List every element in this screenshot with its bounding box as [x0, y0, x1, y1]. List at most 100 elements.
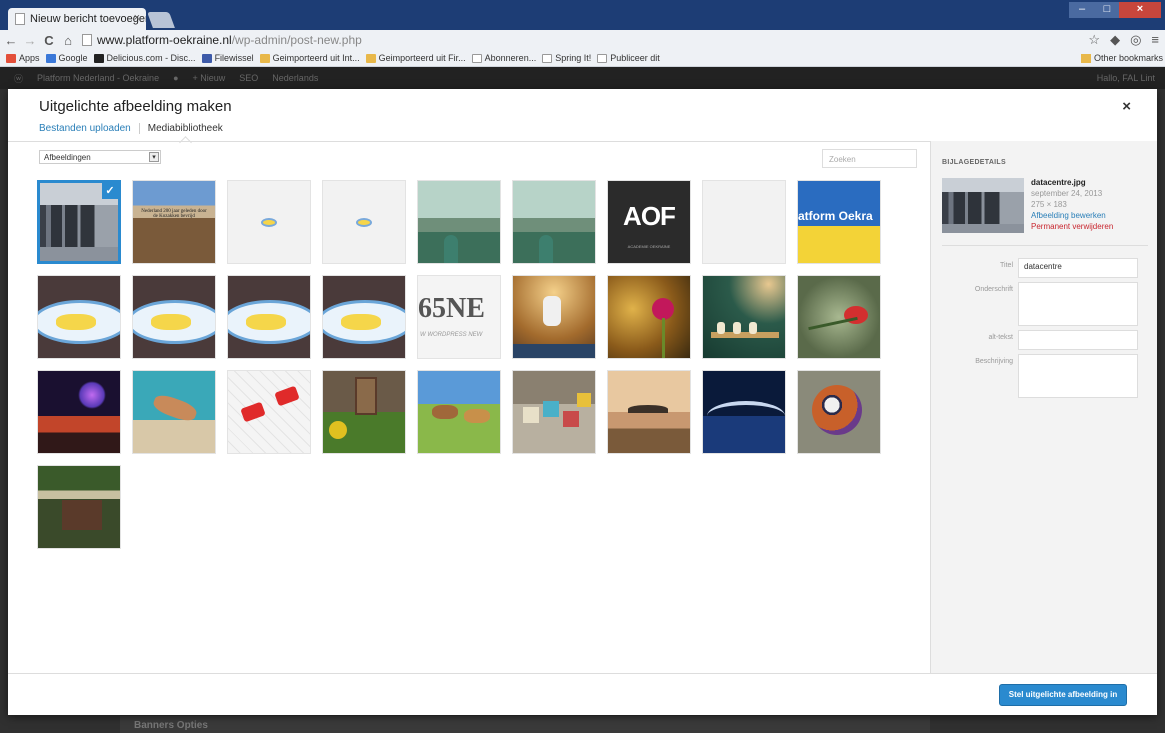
- background-metabox: Banners Opties: [120, 716, 930, 733]
- admin-bar-new[interactable]: + Nieuw: [193, 73, 226, 83]
- admin-bar-seo[interactable]: SEO: [239, 73, 258, 83]
- trident-icon: [246, 314, 286, 330]
- wp-admin-bar: ⓦ Platform Nederland - Oekraine ● + Nieu…: [0, 67, 1165, 89]
- attachment-thumbnail[interactable]: [607, 275, 691, 359]
- flower: [652, 298, 674, 320]
- star-icon[interactable]: ☆: [1088, 32, 1100, 48]
- media-search-input[interactable]: Zoeken: [822, 149, 917, 168]
- emblem-icon: [356, 218, 372, 227]
- bookmark-item[interactable]: Delicious.com - Disc...: [93, 53, 196, 63]
- extension-icon[interactable]: ◎: [1130, 32, 1141, 48]
- emblem-icon: [261, 218, 277, 227]
- wordpress-icon[interactable]: ⓦ: [14, 72, 23, 85]
- bookmark-item[interactable]: Publiceer dit: [597, 53, 660, 63]
- tab-upload-files[interactable]: Bestanden uploaden: [39, 123, 140, 134]
- bookmark-item[interactable]: Apps: [6, 53, 40, 63]
- thumbnail-banner-text: atform Oekra: [798, 209, 873, 223]
- attachment-thumbnail[interactable]: [512, 275, 596, 359]
- tab-close-icon[interactable]: ×: [134, 12, 140, 24]
- other-bookmarks[interactable]: Other bookmarks: [1080, 53, 1163, 63]
- attachment-thumbnail[interactable]: [417, 370, 501, 454]
- caption-textarea[interactable]: [1018, 282, 1138, 326]
- attachment-thumbnail[interactable]: [797, 275, 881, 359]
- stem: [808, 316, 858, 331]
- attachment-thumbnail[interactable]: AOF ACADEMIE OEKRAÏNE: [607, 180, 691, 264]
- toolbar-extensions: ☆ ◆ ◎ ≡: [1088, 32, 1159, 48]
- back-icon[interactable]: ←: [3, 33, 19, 48]
- new-tab-button[interactable]: [147, 12, 175, 28]
- browser-tab[interactable]: Nieuw bericht toevoegen ×: [8, 8, 146, 30]
- reload-icon[interactable]: C: [41, 33, 57, 48]
- minimize-icon[interactable]: –: [1069, 2, 1095, 18]
- animal: [151, 392, 199, 424]
- attachment-thumbnail[interactable]: [607, 370, 691, 454]
- attachment-thumbnail[interactable]: [512, 180, 596, 264]
- attachment-thumbnail[interactable]: [417, 180, 501, 264]
- extension-icon[interactable]: ◆: [1110, 32, 1120, 48]
- menu-icon[interactable]: ≡: [1151, 32, 1159, 48]
- stem: [662, 318, 665, 358]
- bookmark-item[interactable]: Abonneren...: [471, 53, 536, 63]
- bookmark-item[interactable]: Geimporteerd uit Int...: [259, 53, 360, 63]
- attachment-thumbnail[interactable]: [702, 275, 786, 359]
- attachment-thumbnail[interactable]: [322, 275, 406, 359]
- attachment-thumbnail[interactable]: [227, 275, 311, 359]
- attachment-thumbnail[interactable]: [37, 370, 121, 454]
- tab-media-library[interactable]: Mediabibliotheek: [140, 123, 223, 134]
- bookmark-item[interactable]: Google: [45, 53, 88, 63]
- attachment-thumbnail[interactable]: [702, 370, 786, 454]
- attachment-thumbnail[interactable]: [37, 275, 121, 359]
- delete-permanently-link[interactable]: Permanent verwijderen: [1031, 221, 1151, 232]
- attachment-thumbnail[interactable]: [322, 180, 406, 264]
- admin-bar-site[interactable]: Platform Nederland - Oekraine: [37, 73, 159, 83]
- trident-icon: [56, 314, 96, 330]
- attachment-thumbnail[interactable]: 65NE W WORDPRESS NEW: [417, 275, 501, 359]
- checkmark-icon[interactable]: ✓: [102, 183, 118, 199]
- comment-icon[interactable]: ●: [173, 73, 178, 83]
- alt-text-input[interactable]: [1018, 330, 1138, 350]
- attachment-thumbnail[interactable]: [132, 275, 216, 359]
- set-featured-image-button[interactable]: Stel uitgelichte afbeelding in: [999, 684, 1127, 706]
- attachment-thumbnail[interactable]: [702, 180, 786, 264]
- admin-bar-language[interactable]: Nederlands: [272, 73, 318, 83]
- description-textarea[interactable]: [1018, 354, 1138, 398]
- ceiling: [942, 178, 1024, 192]
- edit-image-link[interactable]: Afbeelding bewerken: [1031, 210, 1151, 221]
- attachment-thumbnail[interactable]: Nederland 200 jaar geleden door de Kozak…: [132, 180, 216, 264]
- google-icon: [45, 53, 56, 63]
- attachment-thumbnail[interactable]: [797, 370, 881, 454]
- browser-toolbar: ← → C ⌂ www.platform-oekraine.nl /wp-adm…: [0, 30, 1165, 50]
- red-shape: [240, 401, 266, 423]
- window-close-icon[interactable]: ×: [1119, 2, 1161, 18]
- page-icon: [597, 53, 608, 63]
- home-icon[interactable]: ⌂: [60, 33, 76, 48]
- admin-bar-howdy[interactable]: Hallo, FAL Lint: [1097, 73, 1155, 83]
- attachment-thumbnail[interactable]: atform Oekra: [797, 180, 881, 264]
- attachment-thumbnail[interactable]: ✓: [37, 180, 121, 264]
- folder-icon: [259, 53, 270, 63]
- red-shape: [274, 385, 300, 407]
- address-bar[interactable]: www.platform-oekraine.nl /wp-admin/post-…: [82, 32, 1062, 48]
- page-icon: [82, 34, 92, 46]
- media-type-filter[interactable]: Afbeeldingen ▾: [39, 150, 161, 164]
- modal-toolbar: Stel uitgelichte afbeelding in: [8, 673, 1157, 715]
- browser-titlebar: Nieuw bericht toevoegen × – □ ×: [0, 0, 1165, 30]
- close-icon[interactable]: ×: [1122, 98, 1131, 115]
- page-icon: [542, 53, 553, 63]
- attachment-thumbnail[interactable]: [132, 370, 216, 454]
- door: [355, 377, 377, 415]
- attachment-thumbnail[interactable]: [227, 180, 311, 264]
- attachment-thumbnail[interactable]: [227, 370, 311, 454]
- forward-icon[interactable]: →: [22, 33, 38, 48]
- attachment-preview: [942, 178, 1024, 233]
- bookmark-item[interactable]: Spring It!: [542, 53, 591, 63]
- attachment-thumbnail[interactable]: [322, 370, 406, 454]
- maximize-icon[interactable]: □: [1095, 2, 1119, 18]
- attachment-thumbnail[interactable]: [37, 465, 121, 549]
- attachment-thumbnail[interactable]: [512, 370, 596, 454]
- apps-icon: [6, 53, 16, 63]
- trident-icon: [341, 314, 381, 330]
- bookmark-item[interactable]: Filewissel: [201, 53, 254, 63]
- title-input[interactable]: datacentre: [1018, 258, 1138, 278]
- bookmark-item[interactable]: Geimporteerd uit Fir...: [365, 53, 466, 63]
